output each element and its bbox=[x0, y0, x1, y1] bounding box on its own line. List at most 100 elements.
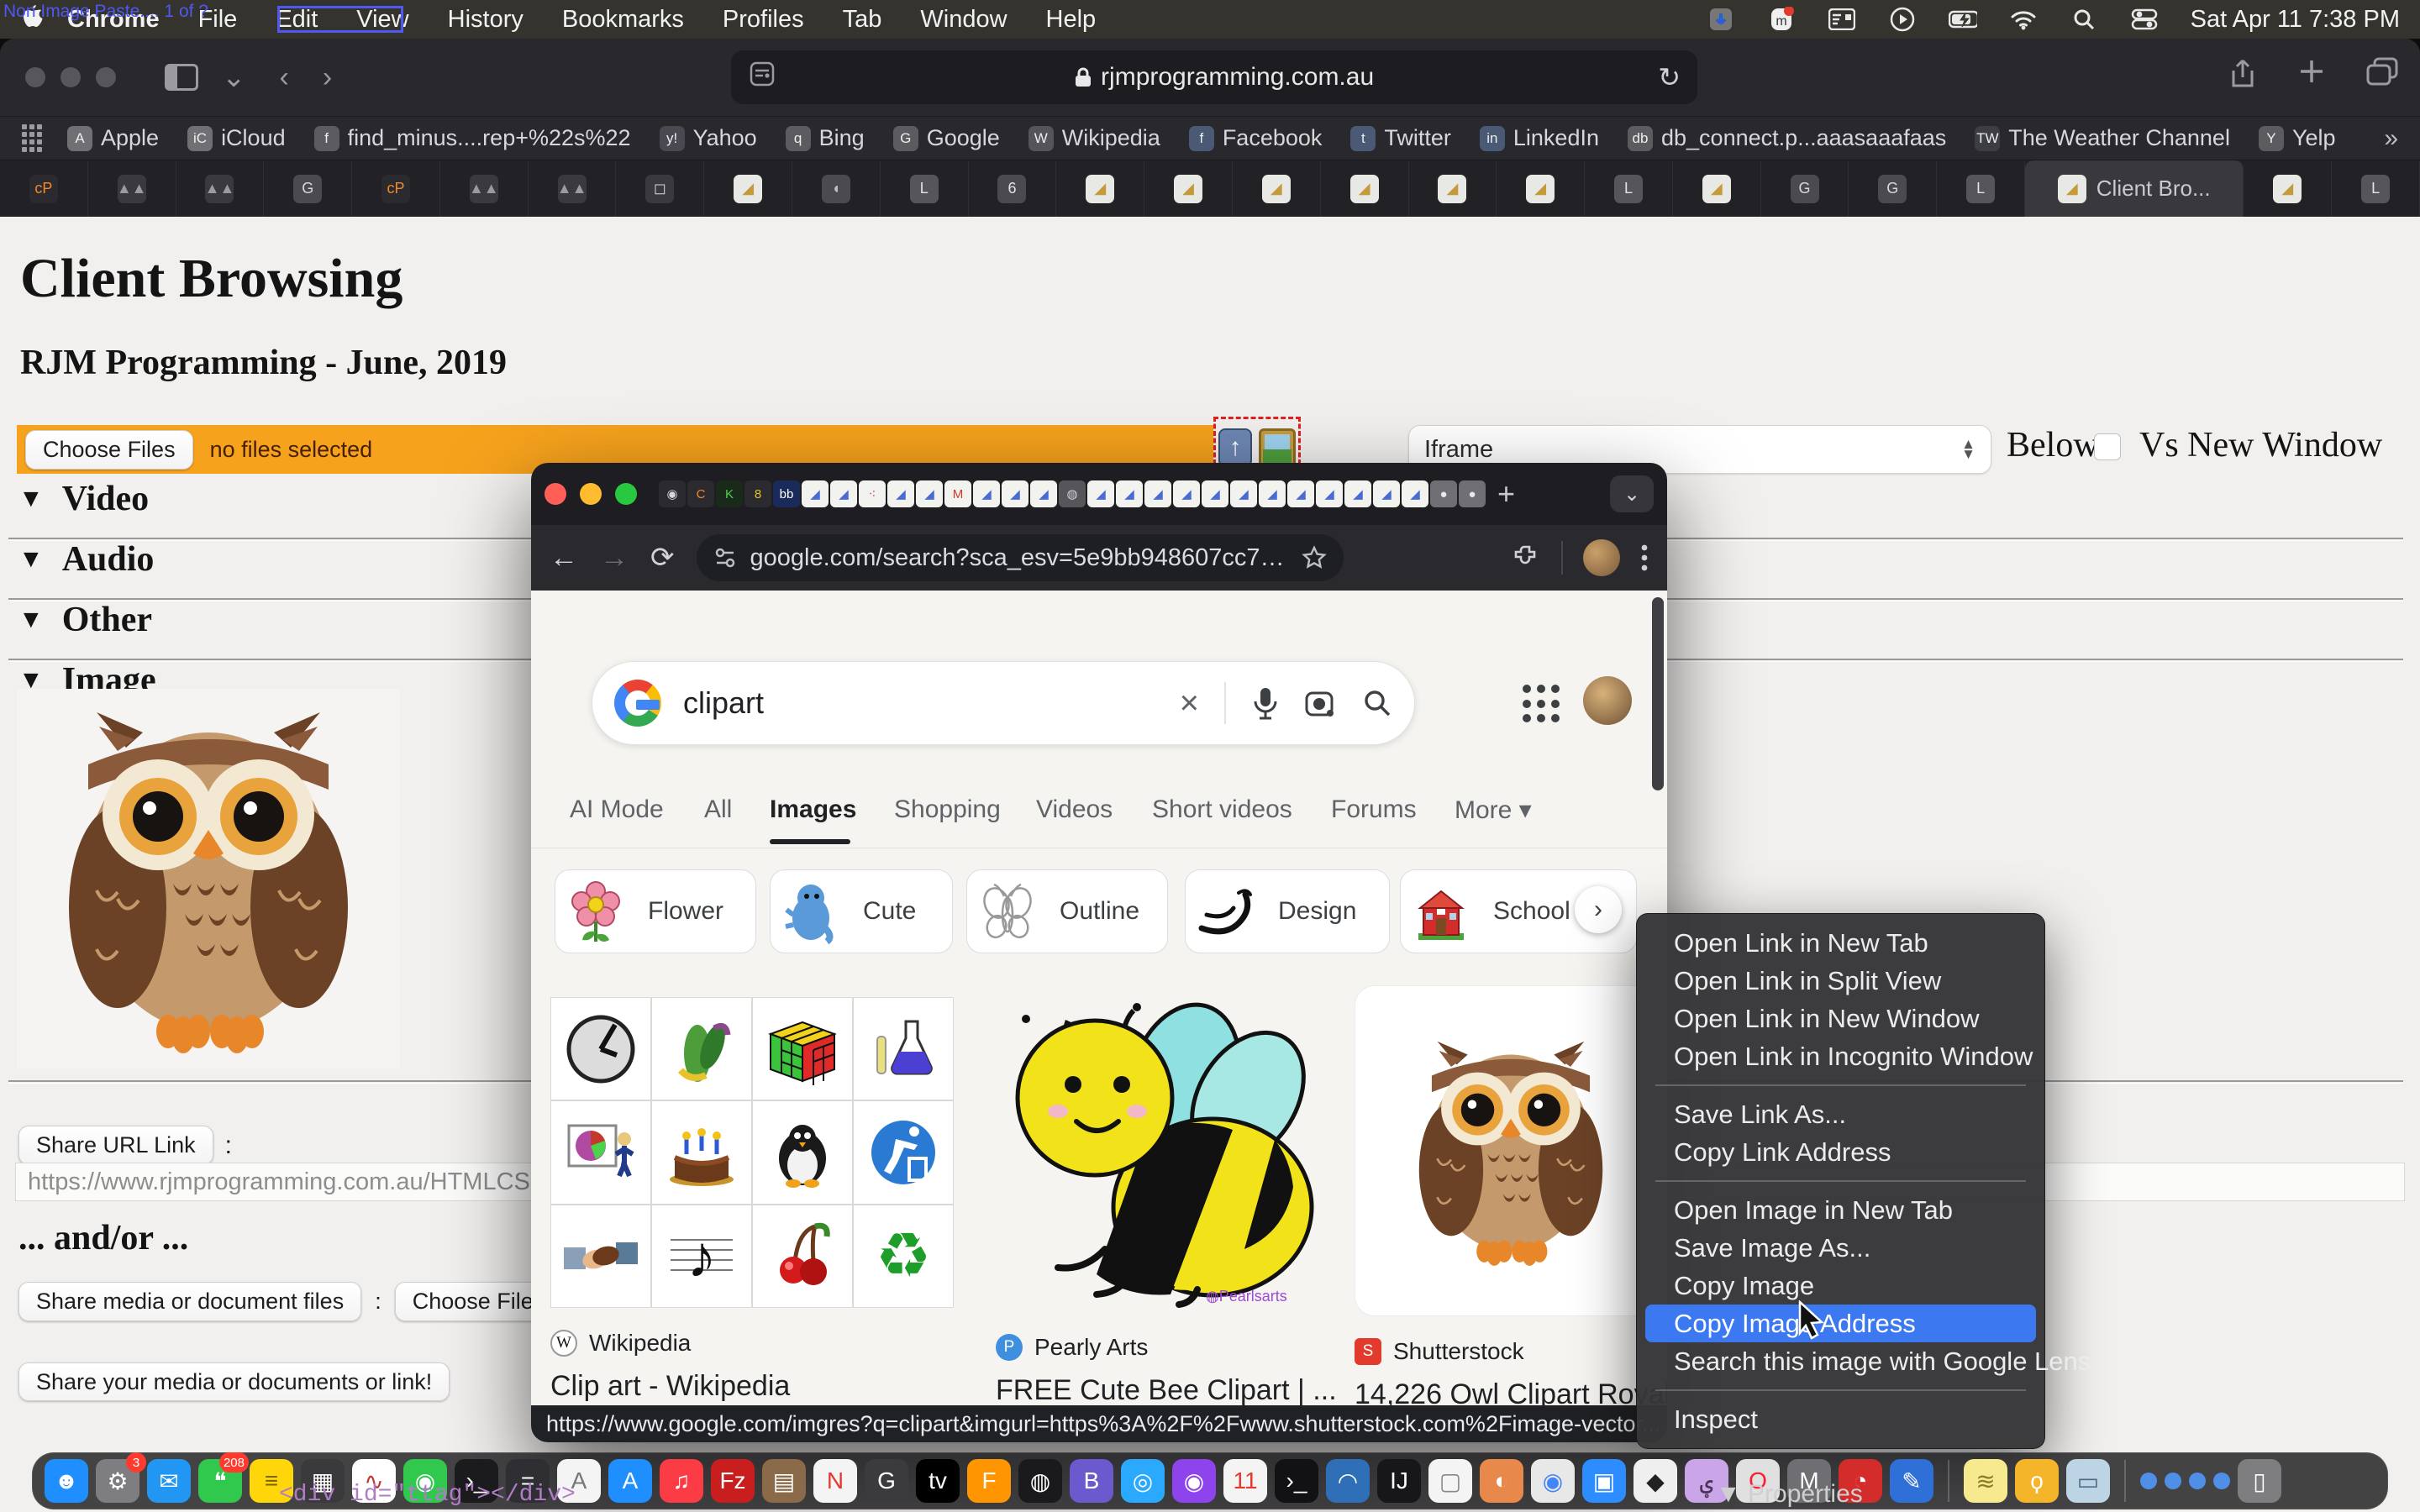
bookmark-apple[interactable]: AApple bbox=[67, 125, 159, 151]
tab-helm[interactable]: ◖ bbox=[792, 160, 881, 217]
tab-L[interactable]: L bbox=[1937, 160, 2025, 217]
dock-app-messages[interactable]: ❝208 bbox=[198, 1459, 242, 1503]
tab-client-browsing[interactable]: ◢Client Bro... bbox=[2025, 160, 2244, 217]
result-title[interactable]: Clip art - Wikipedia bbox=[550, 1370, 954, 1403]
dock-app-dark-browser[interactable]: ◍ bbox=[1018, 1459, 1062, 1503]
owl-clipart-result[interactable] bbox=[1385, 1025, 1637, 1277]
dock-app-stickies[interactable]: ≋ bbox=[1964, 1459, 2007, 1503]
dock-app-mail[interactable]: ✉ bbox=[147, 1459, 191, 1503]
dock-app-chrome[interactable]: ◉ bbox=[1531, 1459, 1575, 1503]
filter-chip-outline[interactable]: Outline bbox=[966, 869, 1168, 953]
clear-search-icon[interactable]: × bbox=[1180, 685, 1199, 722]
context-item-save-image-as-[interactable]: Save Image As... bbox=[1637, 1229, 2044, 1267]
tab-six[interactable]: 6 bbox=[969, 160, 1057, 217]
status-app-icon[interactable] bbox=[1707, 5, 1735, 34]
pinned-tab-doc-favicon[interactable]: ◢ bbox=[802, 480, 829, 507]
google-tab-short-videos[interactable]: Short videos bbox=[1152, 795, 1292, 824]
menu-profiles[interactable]: Profiles bbox=[723, 6, 804, 34]
share-media-files-button[interactable]: Share media or document files bbox=[18, 1282, 361, 1321]
pinned-tab-globe-favicon[interactable]: ◍ bbox=[1059, 480, 1086, 507]
clipart-collage-image[interactable]: ♪ ♻ bbox=[550, 997, 954, 1308]
result-owl-image-card[interactable] bbox=[1355, 985, 1667, 1316]
section-other[interactable]: ▼Other bbox=[18, 600, 152, 640]
dock-app-news[interactable]: N bbox=[813, 1459, 857, 1503]
pinned-tab-doc-favicon[interactable]: ◢ bbox=[1116, 480, 1143, 507]
bookmarks-overflow-chevron[interactable]: » bbox=[2384, 124, 2398, 153]
google-tab-all[interactable]: All bbox=[704, 795, 732, 824]
devtools-properties-label[interactable]: ▼ Properties bbox=[1716, 1480, 1863, 1509]
pinned-tab-doc-favicon[interactable]: ◢ bbox=[916, 480, 943, 507]
tab-doc[interactable]: ◢ bbox=[1144, 160, 1233, 217]
tab-doc[interactable]: ◢ bbox=[704, 160, 792, 217]
tab-ig[interactable]: ◻ bbox=[616, 160, 704, 217]
tab-mtn[interactable]: ▲▲ bbox=[176, 160, 265, 217]
tab-L[interactable]: L bbox=[2332, 160, 2420, 217]
search-icon[interactable] bbox=[1362, 688, 1392, 718]
google-tab-videos[interactable]: Videos bbox=[1036, 795, 1113, 824]
tab-L[interactable]: L bbox=[881, 160, 969, 217]
favorites-grid-icon[interactable] bbox=[22, 124, 42, 152]
dock-app-finder[interactable]: ☻ bbox=[45, 1459, 88, 1503]
new-tab-icon[interactable] bbox=[2297, 57, 2326, 86]
tab-mtn[interactable]: ▲▲ bbox=[440, 160, 529, 217]
dock-app-bbedit[interactable]: B bbox=[1070, 1459, 1113, 1503]
back-icon[interactable]: ‹ bbox=[280, 61, 289, 94]
dock-app-settings[interactable]: ⚙3 bbox=[96, 1459, 139, 1503]
dock-app-zoom[interactable]: ▣ bbox=[1582, 1459, 1626, 1503]
pinned-tab-doc-favicon[interactable]: ◢ bbox=[1087, 480, 1114, 507]
tab-mtn[interactable]: ▲▲ bbox=[529, 160, 617, 217]
google-tab-shopping[interactable]: Shopping bbox=[894, 795, 1001, 824]
share-submit-button[interactable]: Share your media or documents or link! bbox=[18, 1362, 450, 1401]
context-item-save-link-as-[interactable]: Save Link As... bbox=[1637, 1095, 2044, 1133]
context-item-search-this-image-with-google-lens[interactable]: Search this image with Google Lens bbox=[1637, 1342, 2044, 1380]
menu-bar-clock[interactable]: Sat Apr 11 7:38 PM bbox=[2191, 6, 2400, 34]
pinned-tab-doc-favicon[interactable]: ◢ bbox=[1230, 480, 1257, 507]
bookmark-twitter[interactable]: tTwitter bbox=[1350, 125, 1451, 151]
owl-clipart-image[interactable] bbox=[17, 689, 400, 1068]
context-item-open-link-in-incognito-window[interactable]: Open Link in Incognito Window bbox=[1637, 1037, 2044, 1075]
status-play-icon[interactable] bbox=[1888, 5, 1917, 34]
dock-app-filezilla[interactable]: Fz bbox=[711, 1459, 755, 1503]
section-video[interactable]: ▼Video bbox=[18, 479, 149, 519]
dock-minimized-window[interactable] bbox=[2213, 1473, 2230, 1489]
pinned-tab-doc-favicon[interactable]: ◢ bbox=[973, 480, 1000, 507]
tab-g[interactable]: G bbox=[1761, 160, 1849, 217]
dock-app-calendar[interactable]: 11 bbox=[1223, 1459, 1267, 1503]
pinned-tab-doc-favicon[interactable]: ◢ bbox=[1316, 480, 1343, 507]
menu-tab[interactable]: Tab bbox=[843, 6, 882, 34]
context-item-open-link-in-new-window[interactable]: Open Link in New Window bbox=[1637, 1000, 2044, 1037]
tab-cp[interactable]: cP bbox=[0, 160, 88, 217]
voice-search-icon[interactable] bbox=[1251, 686, 1280, 720]
pinned-tab-doc-favicon[interactable]: ◢ bbox=[1002, 480, 1028, 507]
bookmark-linkedin[interactable]: inLinkedIn bbox=[1480, 125, 1599, 151]
dock-app-bulb[interactable]: ϙ bbox=[2015, 1459, 2059, 1503]
dock-app-safari[interactable]: ◎ bbox=[1121, 1459, 1165, 1503]
context-item-open-link-in-split-view[interactable]: Open Link in Split View bbox=[1637, 962, 2044, 1000]
kebab-menu-icon[interactable] bbox=[1640, 543, 1649, 573]
share-url-link-button[interactable]: Share URL Link bbox=[18, 1126, 213, 1165]
menu-bookmarks[interactable]: Bookmarks bbox=[562, 6, 684, 34]
pinned-tab-doc-favicon[interactable]: ◢ bbox=[1030, 480, 1057, 507]
pinned-tab-doc-favicon[interactable]: ◢ bbox=[1202, 480, 1228, 507]
sidebar-icon[interactable] bbox=[165, 64, 198, 91]
pinned-tab-brit-favicon[interactable]: bb bbox=[773, 480, 800, 507]
dock-app-music[interactable]: ♫ bbox=[660, 1459, 703, 1503]
result-wikipedia[interactable]: ♪ ♻ WWikipedia Clip art - Wikipedia bbox=[550, 997, 954, 1403]
dock-trash[interactable]: ▯ bbox=[2238, 1459, 2281, 1503]
tab-doc[interactable]: ◢ bbox=[1409, 160, 1497, 217]
context-item-copy-link-address[interactable]: Copy Link Address bbox=[1637, 1133, 2044, 1171]
pinned-tab-doc-favicon[interactable]: ◢ bbox=[1344, 480, 1371, 507]
tab-mtn[interactable]: ▲▲ bbox=[88, 160, 176, 217]
close-button[interactable] bbox=[25, 67, 45, 87]
chips-scroll-arrow[interactable]: › bbox=[1575, 886, 1622, 933]
bookmark-db-connect-p-aaasaaafaas[interactable]: dbdb_connect.p...aaasaaafaas bbox=[1628, 125, 1946, 151]
address-bar[interactable]: rjmprogramming.com.au ↻ bbox=[731, 50, 1697, 104]
forward-icon[interactable]: → bbox=[600, 542, 629, 575]
dock-app-books[interactable]: ▤ bbox=[762, 1459, 806, 1503]
page-settings-icon[interactable] bbox=[750, 61, 775, 93]
dock-app-blue-app[interactable]: ◠ bbox=[1326, 1459, 1370, 1503]
tab-g[interactable]: G bbox=[1849, 160, 1937, 217]
bookmark-google[interactable]: GGoogle bbox=[893, 125, 1000, 151]
pinned-tab-doc-favicon[interactable]: ◢ bbox=[887, 480, 914, 507]
dock-app-pages[interactable]: ▢ bbox=[1428, 1459, 1472, 1503]
